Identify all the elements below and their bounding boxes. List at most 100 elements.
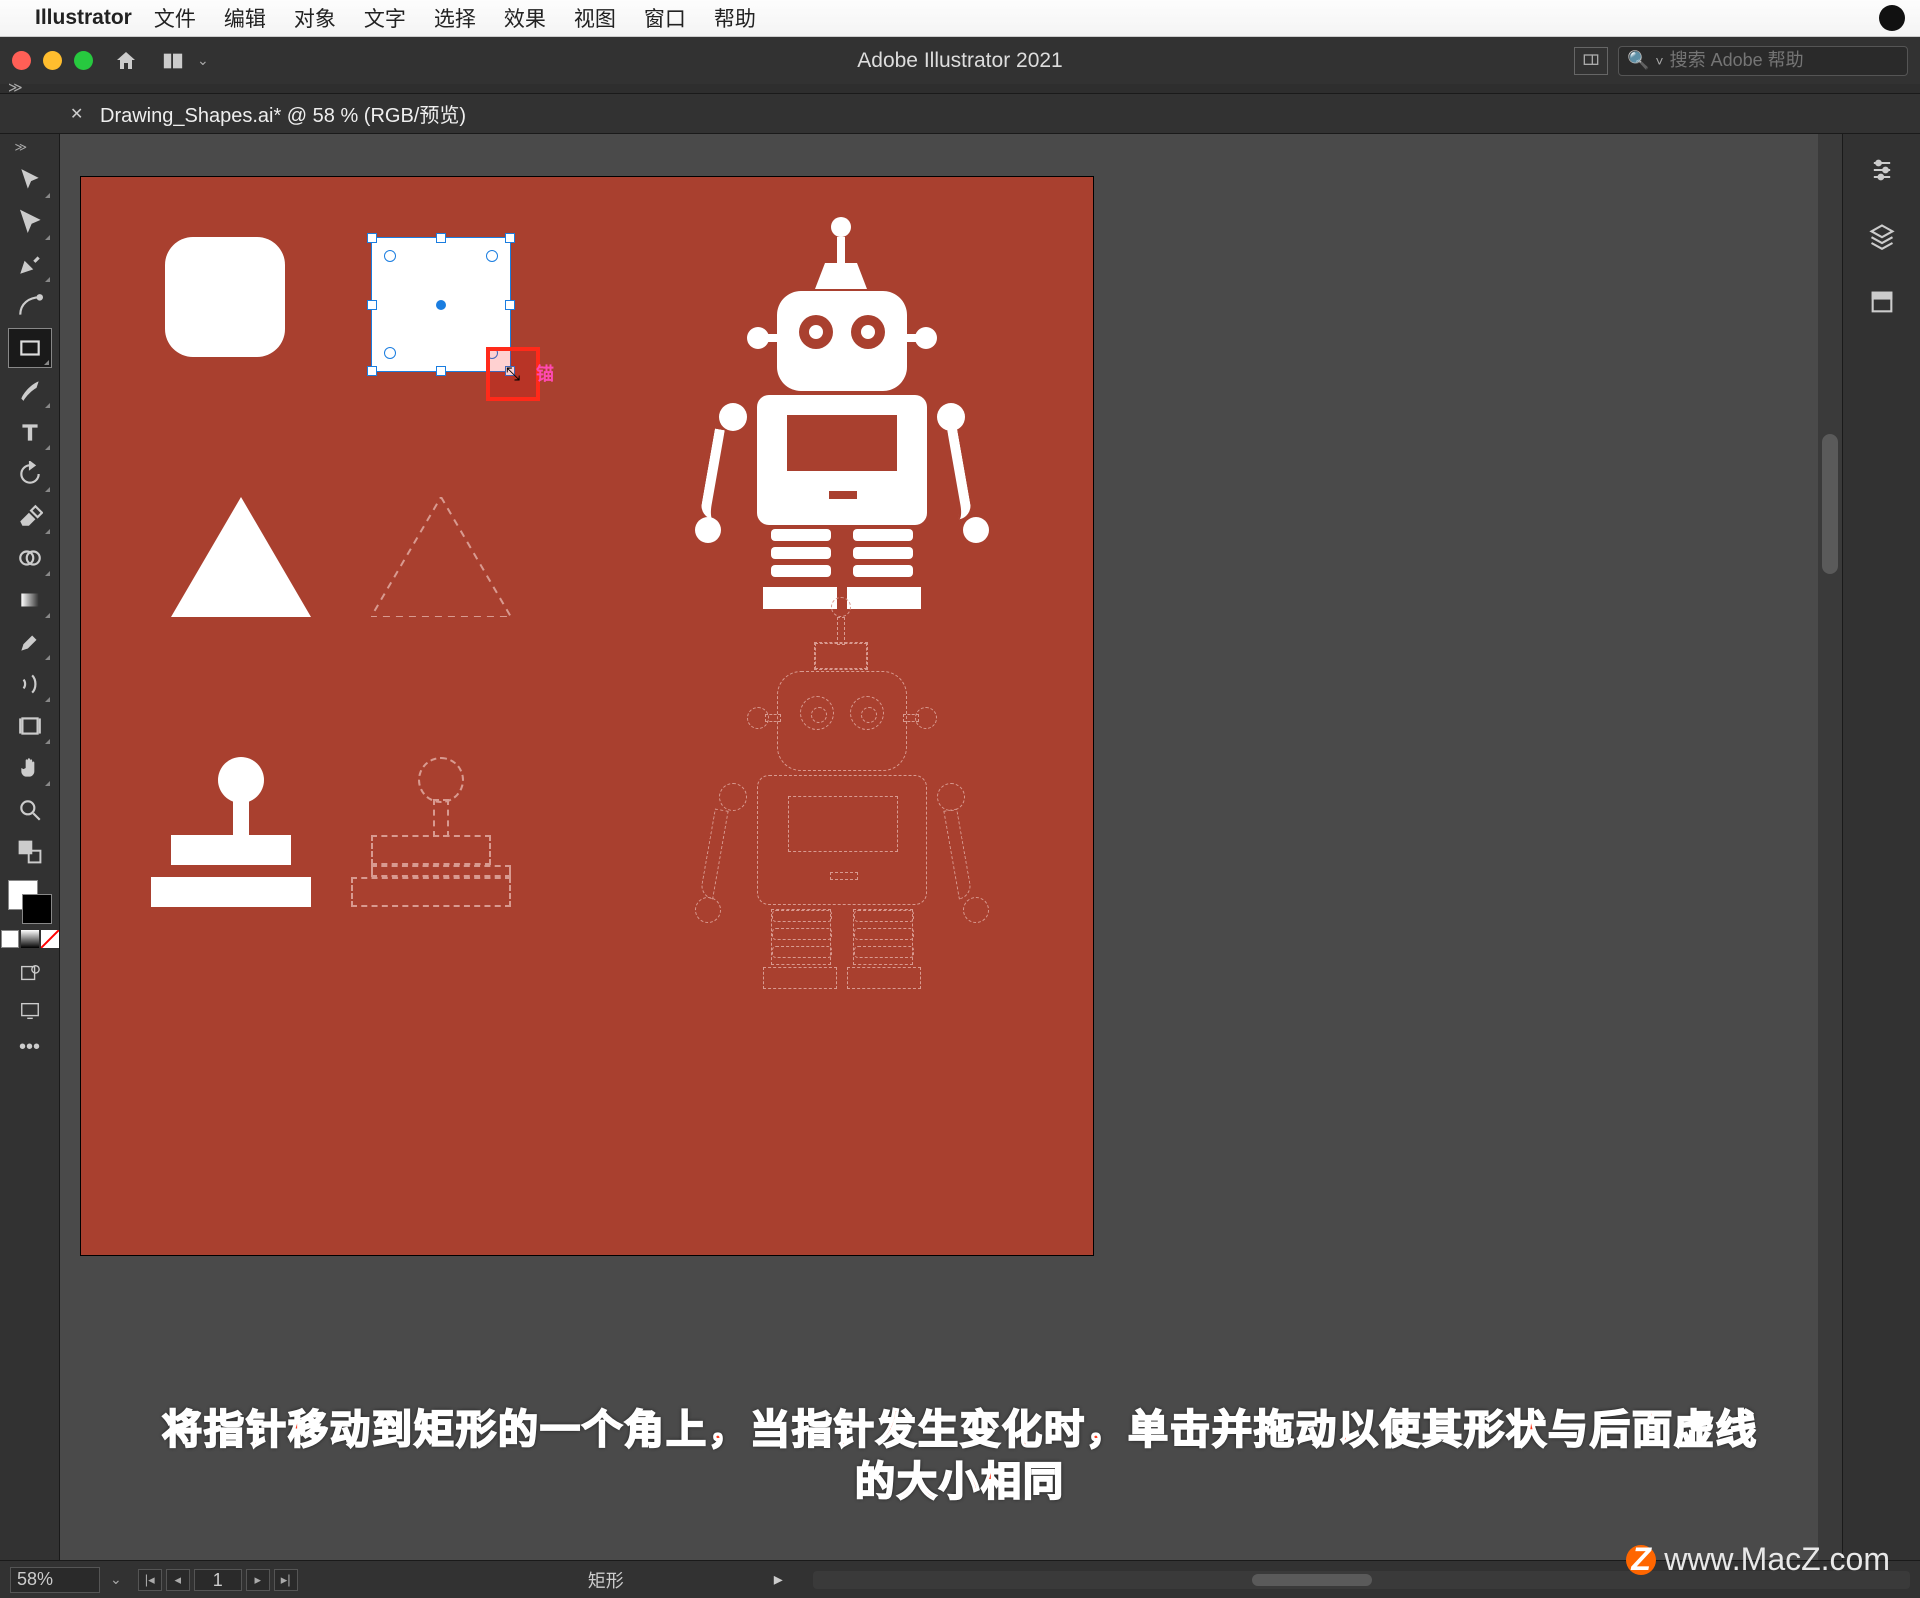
fill-stroke-indicator[interactable]	[8, 880, 52, 924]
resize-cursor-icon: ⤡	[506, 364, 520, 385]
menu-effect[interactable]: 效果	[504, 3, 546, 33]
eraser-tool[interactable]	[8, 496, 52, 536]
resize-handle-e[interactable]	[505, 300, 515, 310]
pen-tool[interactable]	[8, 244, 52, 284]
artboard-number-input[interactable]: 1	[194, 1569, 242, 1591]
app-title: Adobe Illustrator 2021	[857, 49, 1062, 73]
menu-select[interactable]: 选择	[434, 3, 476, 33]
paintbrush-tool[interactable]	[8, 370, 52, 410]
close-window-button[interactable]	[12, 51, 31, 70]
first-artboard-button[interactable]: |◂	[138, 1569, 162, 1591]
document-tab-bar: ✕ Drawing_Shapes.ai* @ 58 % (RGB/预览)	[0, 94, 1920, 134]
edit-toolbar-button[interactable]: •••	[12, 1036, 48, 1062]
status-nav-arrow[interactable]: ▸	[774, 1569, 783, 1590]
help-search-input[interactable]	[1670, 50, 1899, 71]
workspace-switcher-icon[interactable]	[1574, 47, 1608, 75]
properties-panel-icon[interactable]	[1864, 152, 1900, 188]
swap-fill-stroke-icon[interactable]	[8, 832, 52, 872]
direct-selection-tool[interactable]	[8, 202, 52, 242]
cursor-hint-label: 锚	[536, 360, 554, 386]
zoom-brush-tool[interactable]	[8, 664, 52, 704]
toolbar-toggle-icon[interactable]: ≫	[15, 140, 45, 154]
live-corner-widget[interactable]	[384, 250, 396, 262]
artboard[interactable]: ⤡ 锚	[80, 176, 1094, 1256]
resize-handle-ne[interactable]	[505, 233, 515, 243]
chevron-down-icon[interactable]: ⌄	[197, 52, 209, 69]
scrollbar-thumb[interactable]	[1252, 1574, 1372, 1586]
gradient-tool[interactable]	[8, 580, 52, 620]
zoom-dropdown-icon[interactable]: ⌄	[110, 1571, 122, 1588]
menu-view[interactable]: 视图	[574, 3, 616, 33]
zoom-tool[interactable]	[8, 790, 52, 830]
instruction-line1: 将指针移动到矩形的一个角上，当指针发生变化时，单击并拖动以使其形状与后面虚线	[40, 1404, 1880, 1456]
app-name[interactable]: Illustrator	[35, 6, 132, 30]
shape-builder-tool[interactable]	[8, 538, 52, 578]
instruction-line2: 的大小相同	[40, 1456, 1880, 1508]
layers-panel-icon[interactable]	[1864, 218, 1900, 254]
menu-edit[interactable]: 编辑	[224, 3, 266, 33]
control-bar[interactable]	[0, 84, 1920, 94]
app-window-chrome: ⌄ Adobe Illustrator 2021 🔍˅	[0, 37, 1920, 84]
type-tool[interactable]	[8, 412, 52, 452]
resize-handle-n[interactable]	[436, 233, 446, 243]
macos-menubar: Illustrator 文件 编辑 对象 文字 选择 效果 视图 窗口 帮助	[0, 0, 1920, 37]
artboard-navigation: |◂ ◂ 1 ▸ ▸|	[138, 1569, 298, 1591]
menu-file[interactable]: 文件	[154, 3, 196, 33]
pedestal-shape-solid[interactable]	[171, 757, 311, 907]
minimize-window-button[interactable]	[43, 51, 62, 70]
color-mode-row	[1, 930, 59, 948]
home-button[interactable]	[111, 46, 141, 76]
arrange-documents-button[interactable]	[155, 47, 191, 75]
close-tab-button[interactable]: ✕	[70, 104, 83, 124]
curvature-tool[interactable]	[8, 286, 52, 326]
selection-type-label: 矩形	[588, 1567, 624, 1593]
rectangle-tool[interactable]	[8, 328, 52, 368]
last-artboard-button[interactable]: ▸|	[274, 1569, 298, 1591]
maximize-window-button[interactable]	[74, 51, 93, 70]
stroke-swatch[interactable]	[22, 894, 52, 924]
watermark: Z www.MacZ.com	[1626, 1541, 1890, 1578]
color-mode-solid[interactable]	[1, 930, 19, 948]
help-search[interactable]: 🔍˅	[1618, 46, 1908, 76]
color-mode-gradient[interactable]	[21, 930, 39, 948]
libraries-panel-icon[interactable]	[1864, 284, 1900, 320]
live-corner-widget[interactable]	[384, 347, 396, 359]
vertical-scrollbar[interactable]	[1818, 134, 1842, 1560]
resize-handle-sw[interactable]	[367, 366, 377, 376]
selection-tool[interactable]	[8, 160, 52, 200]
document-tab[interactable]: Drawing_Shapes.ai* @ 58 % (RGB/预览)	[100, 99, 466, 128]
watermark-text: www.MacZ.com	[1664, 1541, 1890, 1578]
triangle-shape-dashed[interactable]	[371, 497, 511, 617]
canvas-area[interactable]: ⤡ 锚	[60, 134, 1842, 1560]
selection-center-point	[436, 300, 446, 310]
menu-window[interactable]: 窗口	[644, 3, 686, 33]
main-area: ≫ •••	[0, 134, 1920, 1560]
next-artboard-button[interactable]: ▸	[246, 1569, 270, 1591]
rounded-rectangle-shape[interactable]	[165, 237, 285, 357]
robot-illustration-dashed[interactable]	[671, 597, 1011, 1087]
screen-mode-button[interactable]	[12, 996, 48, 1026]
triangle-shape-solid[interactable]	[171, 497, 311, 617]
tools-panel: ≫ •••	[0, 134, 60, 1560]
zoom-level-input[interactable]: 58%	[10, 1567, 100, 1593]
resize-handle-s[interactable]	[436, 366, 446, 376]
rotate-tool[interactable]	[8, 454, 52, 494]
resize-handle-w[interactable]	[367, 300, 377, 310]
menu-type[interactable]: 文字	[364, 3, 406, 33]
prev-artboard-button[interactable]: ◂	[166, 1569, 190, 1591]
resize-handle-nw[interactable]	[367, 233, 377, 243]
color-mode-none[interactable]	[41, 930, 59, 948]
tutorial-instruction-overlay: 将指针移动到矩形的一个角上，当指针发生变化时，单击并拖动以使其形状与后面虚线 的…	[0, 1404, 1920, 1508]
pedestal-shape-dashed[interactable]	[371, 757, 511, 907]
hand-tool[interactable]	[8, 748, 52, 788]
menu-help[interactable]: 帮助	[714, 3, 756, 33]
search-icon: 🔍	[1627, 50, 1649, 71]
menu-object[interactable]: 对象	[294, 3, 336, 33]
scrollbar-thumb[interactable]	[1822, 434, 1838, 574]
live-corner-widget[interactable]	[486, 250, 498, 262]
window-controls	[12, 51, 93, 70]
artboard-tool[interactable]	[8, 706, 52, 746]
draw-mode-button[interactable]	[12, 958, 48, 988]
menubar-status-icon[interactable]	[1879, 5, 1905, 31]
eyedropper-tool[interactable]	[8, 622, 52, 662]
